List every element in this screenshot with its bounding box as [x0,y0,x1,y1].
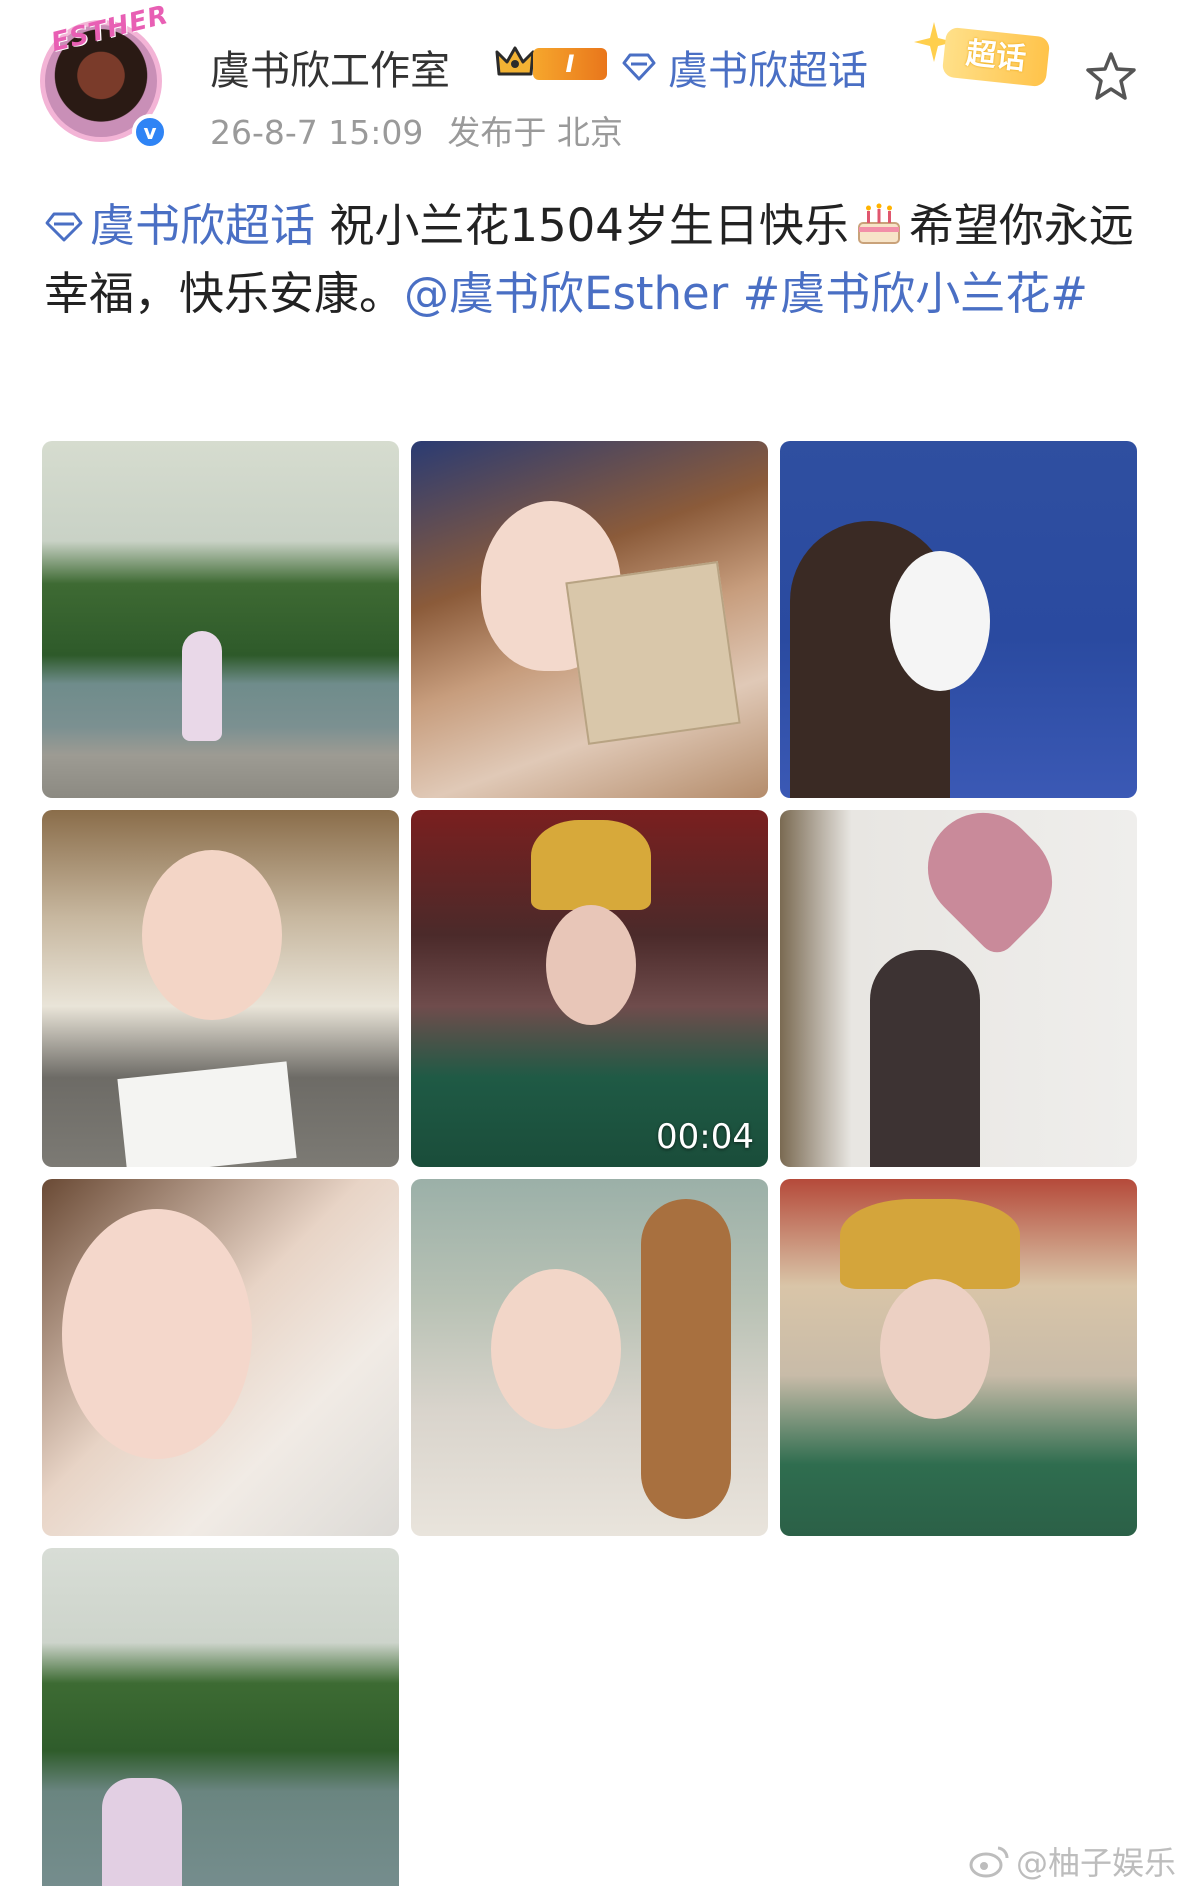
watermark: @柚子娱乐 [968,1838,1176,1884]
face-shape [62,1209,252,1459]
hashtag-link[interactable]: #虞书欣小兰花# [743,267,1088,320]
video-duration: 00:04 [656,1117,754,1157]
verified-badge: v [132,114,168,150]
favorite-star-icon[interactable] [1084,50,1138,102]
weibo-logo-icon [969,1846,1009,1878]
headdress-shape [531,820,651,910]
photo-red-tassel-crown[interactable] [780,1179,1137,1536]
watermark-text: @柚子娱乐 [1016,1844,1177,1882]
super-topic-link[interactable]: 虞书欣超话 [622,38,868,96]
photo-lying-on-table[interactable] [42,810,399,1167]
face-shape [546,905,636,1025]
post-time: 26-8-7 15:09 [210,113,424,152]
headdress-shape [840,1199,1020,1289]
face-shape [491,1269,621,1429]
script-pages [117,1061,297,1167]
topic-link-label: 虞书欣超话 [90,199,316,252]
photo-lake-hills-2[interactable] [42,1548,399,1886]
crown-icon [495,46,535,76]
chaohua-badge[interactable]: 超话 [912,20,1052,92]
figure-shape [102,1778,182,1886]
photo-set-selfie[interactable] [411,441,768,798]
photo-lake-hills-1[interactable] [42,441,399,798]
feather-fan-shape [641,1199,731,1519]
birthday-cake-icon [857,203,900,244]
post-meta: 26-8-7 15:09 发布于 北京 [210,106,647,154]
figure-shape [182,631,222,741]
topic-link[interactable]: 虞书欣超话 [44,199,315,252]
figure-shape [870,950,980,1167]
post-location: 发布于 北京 [447,113,623,152]
post-text: 虞书欣超话 祝小兰花1504岁生日快乐 希望你永远幸福，快乐安康。@虞书欣Est… [44,192,1144,328]
face-shape [880,1279,990,1419]
mask-shape [890,551,990,691]
diamond-icon [45,212,83,242]
diamond-icon [622,53,656,81]
video-bridal-headdress[interactable]: 00:04 [411,810,768,1167]
photo-white-mask[interactable] [780,441,1137,798]
face-shape [142,850,282,1020]
mention-link[interactable]: @虞书欣Esther [404,267,728,320]
avatar-wrapper[interactable]: ESTHER v [40,0,172,150]
chaohua-badge-label: 超话 [941,26,1051,88]
super-topic-label: 虞书欣超话 [668,48,868,94]
username[interactable]: 虞书欣工作室 [210,38,450,96]
balloon-shape [905,810,1075,960]
post-body-1: 祝小兰花1504岁生日快乐 [315,199,849,252]
photo-feather-fan[interactable] [411,1179,768,1536]
paper-sheet [565,561,741,745]
photo-close-up-selfie[interactable] [42,1179,399,1536]
member-level-badge[interactable]: I [533,48,607,80]
photo-heart-balloon[interactable] [780,810,1137,1167]
